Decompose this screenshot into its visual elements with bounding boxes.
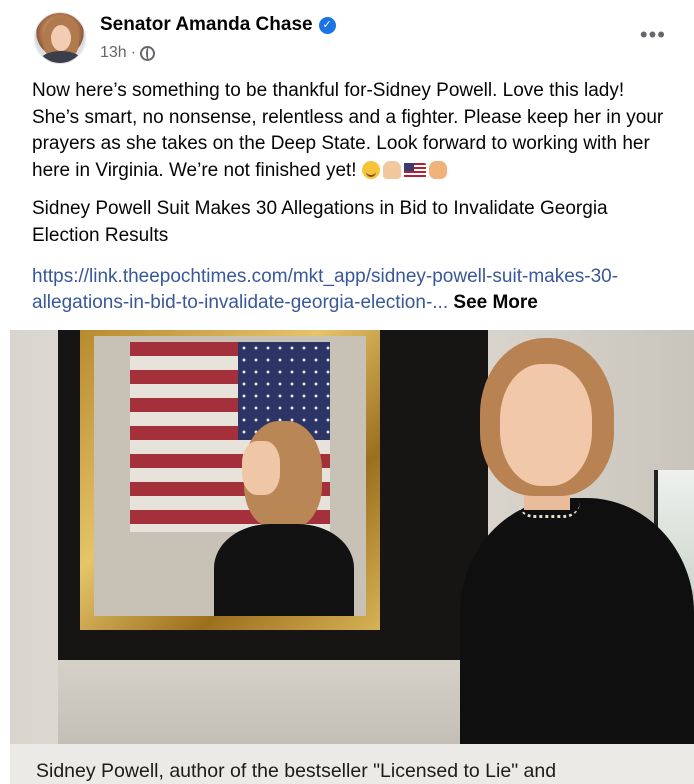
author-avatar[interactable] <box>34 12 86 64</box>
article-link-row: https://link.theepochtimes.com/mkt_app/s… <box>32 264 676 317</box>
woman-body <box>460 498 694 744</box>
author-name[interactable]: Senator Amanda Chase <box>100 14 313 36</box>
globe-icon[interactable] <box>140 45 156 61</box>
folded-hands-emoji <box>382 160 401 179</box>
avatar-face <box>51 25 71 51</box>
verified-badge-icon: ✓ <box>318 16 336 34</box>
lower-wall <box>58 660 488 744</box>
woman-face <box>500 364 592 486</box>
reflection-face <box>242 441 280 495</box>
emoji-group <box>361 160 447 179</box>
see-more-button[interactable]: See More <box>453 292 537 313</box>
post-photo[interactable] <box>10 330 694 744</box>
photo-caption: Sidney Powell, author of the bestseller … <box>10 744 694 784</box>
meta-separator: · <box>130 44 137 61</box>
mirror-glass <box>94 336 366 616</box>
reflection-body <box>214 524 354 616</box>
article-headline: Sidney Powell Suit Makes 30 Allegations … <box>32 198 608 246</box>
us-flag-emoji <box>403 162 426 178</box>
more-options-button[interactable]: ••• <box>640 24 666 46</box>
post-meta: 13h · <box>100 44 156 62</box>
post-message: Now here’s something to be thankful for-… <box>32 78 676 184</box>
post-body: Now here’s something to be thankful for-… <box>32 78 676 323</box>
post-header: Senator Amanda Chase ✓ 13h · ••• <box>10 8 694 68</box>
author-row: Senator Amanda Chase ✓ <box>100 14 336 36</box>
post-timestamp[interactable]: 13h <box>100 44 127 62</box>
pearl-necklace <box>518 502 580 518</box>
fist-emoji <box>428 160 447 179</box>
avatar-shoulders <box>39 51 83 63</box>
post-card: Senator Amanda Chase ✓ 13h · ••• Now her… <box>10 0 694 784</box>
smiling-face-emoji <box>361 160 380 179</box>
post-message-text: Now here’s something to be thankful for-… <box>32 80 664 181</box>
